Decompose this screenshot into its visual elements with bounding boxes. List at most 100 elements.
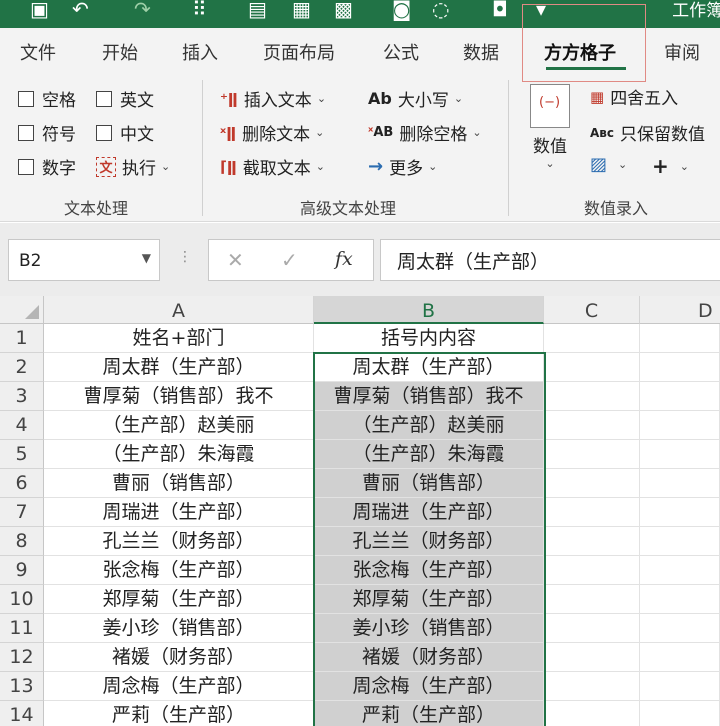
cell-b[interactable]: 褚媛（财务部） bbox=[314, 643, 544, 672]
cell-c[interactable] bbox=[544, 440, 640, 469]
more-button[interactable]: → 更多 ⌄ bbox=[368, 154, 437, 179]
cell-a[interactable]: （生产部）赵美丽 bbox=[44, 411, 314, 440]
checkbox-symbol[interactable]: 符号 bbox=[18, 120, 76, 145]
cell-c[interactable] bbox=[544, 701, 640, 726]
cell-d[interactable] bbox=[640, 701, 720, 726]
row-header[interactable]: 6 bbox=[0, 469, 44, 498]
table-icon[interactable]: ▤ bbox=[248, 0, 267, 19]
row-header[interactable]: 8 bbox=[0, 527, 44, 556]
cell-a[interactable]: 曹丽（销售部） bbox=[44, 469, 314, 498]
cell-d[interactable] bbox=[640, 498, 720, 527]
cell-c[interactable] bbox=[544, 411, 640, 440]
row-header[interactable]: 2 bbox=[0, 353, 44, 382]
tab-fangfanggezi[interactable]: 方方格子 bbox=[544, 39, 616, 65]
cell-a[interactable]: 周太群（生产部） bbox=[44, 353, 314, 382]
cell-a[interactable]: 郑厚菊（生产部） bbox=[44, 585, 314, 614]
cell-c[interactable] bbox=[544, 614, 640, 643]
insert-function-icon[interactable]: fx bbox=[335, 248, 353, 270]
column-header-c[interactable]: C bbox=[544, 296, 640, 324]
round-button[interactable]: ▦ 四舍五入 bbox=[590, 84, 678, 110]
cell-a[interactable]: 张念梅（生产部） bbox=[44, 556, 314, 585]
chart-icon[interactable]: ▦ bbox=[292, 0, 311, 19]
extract-text-button[interactable]: ⌈ǁ 截取文本 ⌄ bbox=[220, 154, 325, 180]
cell-d[interactable] bbox=[640, 469, 720, 498]
cell-d[interactable] bbox=[640, 614, 720, 643]
cell-b[interactable]: 周念梅（生产部） bbox=[314, 672, 544, 701]
grid-icon[interactable]: ⠿ bbox=[192, 0, 207, 19]
cell-c[interactable] bbox=[544, 643, 640, 672]
cell-a[interactable]: （生产部）朱海霞 bbox=[44, 440, 314, 469]
cell-d[interactable] bbox=[640, 585, 720, 614]
cell-b[interactable]: 曹厚菊（销售部）我不 bbox=[314, 382, 544, 411]
row-header[interactable]: 12 bbox=[0, 643, 44, 672]
row-header[interactable]: 13 bbox=[0, 672, 44, 701]
tab-data[interactable]: 数据 bbox=[463, 39, 499, 65]
cell-b[interactable]: （生产部）朱海霞 bbox=[314, 440, 544, 469]
change-case-button[interactable]: Ab 大小写 ⌄ bbox=[368, 86, 463, 111]
cell-b[interactable]: 括号内内容 bbox=[314, 324, 544, 353]
chevron-down-icon[interactable]: ▼ bbox=[142, 251, 151, 265]
tab-insert[interactable]: 插入 bbox=[182, 39, 218, 65]
execute-button[interactable]: 文执行 ⌄ bbox=[96, 154, 170, 179]
tab-home[interactable]: 开始 bbox=[102, 39, 138, 65]
cell-a[interactable]: 严莉（生产部） bbox=[44, 701, 314, 726]
row-header[interactable]: 9 bbox=[0, 556, 44, 585]
name-box[interactable]: B2 ▼ bbox=[8, 239, 160, 281]
column-header-d[interactable]: D bbox=[640, 296, 720, 324]
camera-icon[interactable]: ▩ bbox=[334, 0, 353, 19]
undo-icon[interactable]: ↶ bbox=[72, 0, 89, 19]
row-header[interactable]: 14 bbox=[0, 701, 44, 726]
format-dropdown-button[interactable]: ▨ ⌄ bbox=[590, 154, 627, 175]
cell-d[interactable] bbox=[640, 556, 720, 585]
row-header[interactable]: 7 bbox=[0, 498, 44, 527]
delete-text-button[interactable]: ˣǁ 删除文本 ⌄ bbox=[220, 120, 324, 146]
cell-c[interactable] bbox=[544, 324, 640, 353]
tab-file[interactable]: 文件 bbox=[20, 39, 56, 65]
cell-c[interactable] bbox=[544, 585, 640, 614]
cell-c[interactable] bbox=[544, 556, 640, 585]
redo-icon[interactable]: ↷ bbox=[134, 0, 151, 19]
checkbox-english[interactable]: 英文 bbox=[96, 86, 154, 111]
keep-value-button[interactable]: Aʙᴄ 只保留数值 bbox=[590, 120, 705, 145]
cell-d[interactable] bbox=[640, 672, 720, 701]
cell-a[interactable]: 褚媛（财务部） bbox=[44, 643, 314, 672]
cell-b[interactable]: 曹丽（销售部） bbox=[314, 469, 544, 498]
cell-d[interactable] bbox=[640, 643, 720, 672]
value-button[interactable]: (−) 数值 ⌄ bbox=[530, 84, 570, 170]
checkbox-number[interactable]: 数字 bbox=[18, 154, 76, 179]
row-header[interactable]: 10 bbox=[0, 585, 44, 614]
add-dropdown-button[interactable]: + ⌄ bbox=[652, 154, 689, 178]
active-cell-b[interactable]: 周太群（生产部） bbox=[314, 353, 544, 382]
cell-b[interactable]: 孔兰兰（财务部） bbox=[314, 527, 544, 556]
cell-d[interactable] bbox=[640, 382, 720, 411]
cell-b[interactable]: 姜小珍（销售部） bbox=[314, 614, 544, 643]
cell-d[interactable] bbox=[640, 353, 720, 382]
column-header-b[interactable]: B bbox=[314, 296, 544, 324]
cell-a[interactable]: 周念梅（生产部） bbox=[44, 672, 314, 701]
checkbox-space[interactable]: 空格 bbox=[18, 86, 76, 111]
format-icon[interactable]: ◘ bbox=[492, 0, 508, 19]
tab-formulas[interactable]: 公式 bbox=[383, 39, 419, 65]
formula-input[interactable]: 周太群（生产部） bbox=[380, 239, 720, 281]
column-header-a[interactable]: A bbox=[44, 296, 314, 324]
cell-c[interactable] bbox=[544, 498, 640, 527]
cell-c[interactable] bbox=[544, 527, 640, 556]
cell-b[interactable]: 严莉（生产部） bbox=[314, 701, 544, 726]
cell-a[interactable]: 姜小珍（销售部） bbox=[44, 614, 314, 643]
cell-a[interactable]: 曹厚菊（销售部）我不 bbox=[44, 382, 314, 411]
cell-b[interactable]: 周瑞进（生产部） bbox=[314, 498, 544, 527]
checkbox-chinese[interactable]: 中文 bbox=[96, 120, 154, 145]
cell-b[interactable]: （生产部）赵美丽 bbox=[314, 411, 544, 440]
row-header[interactable]: 3 bbox=[0, 382, 44, 411]
cell-c[interactable] bbox=[544, 469, 640, 498]
select-all-corner[interactable] bbox=[0, 296, 44, 324]
cell-d[interactable] bbox=[640, 440, 720, 469]
cell-d[interactable] bbox=[640, 324, 720, 353]
check-icon[interactable]: ✓ bbox=[281, 248, 298, 272]
cancel-icon[interactable]: ✕ bbox=[227, 248, 244, 272]
remove-spaces-button[interactable]: ˣ AB 删除空格 ⌄ bbox=[368, 120, 482, 145]
more-icon[interactable]: ▾ bbox=[536, 0, 546, 19]
row-header[interactable]: 11 bbox=[0, 614, 44, 643]
cell-d[interactable] bbox=[640, 527, 720, 556]
cell-c[interactable] bbox=[544, 672, 640, 701]
